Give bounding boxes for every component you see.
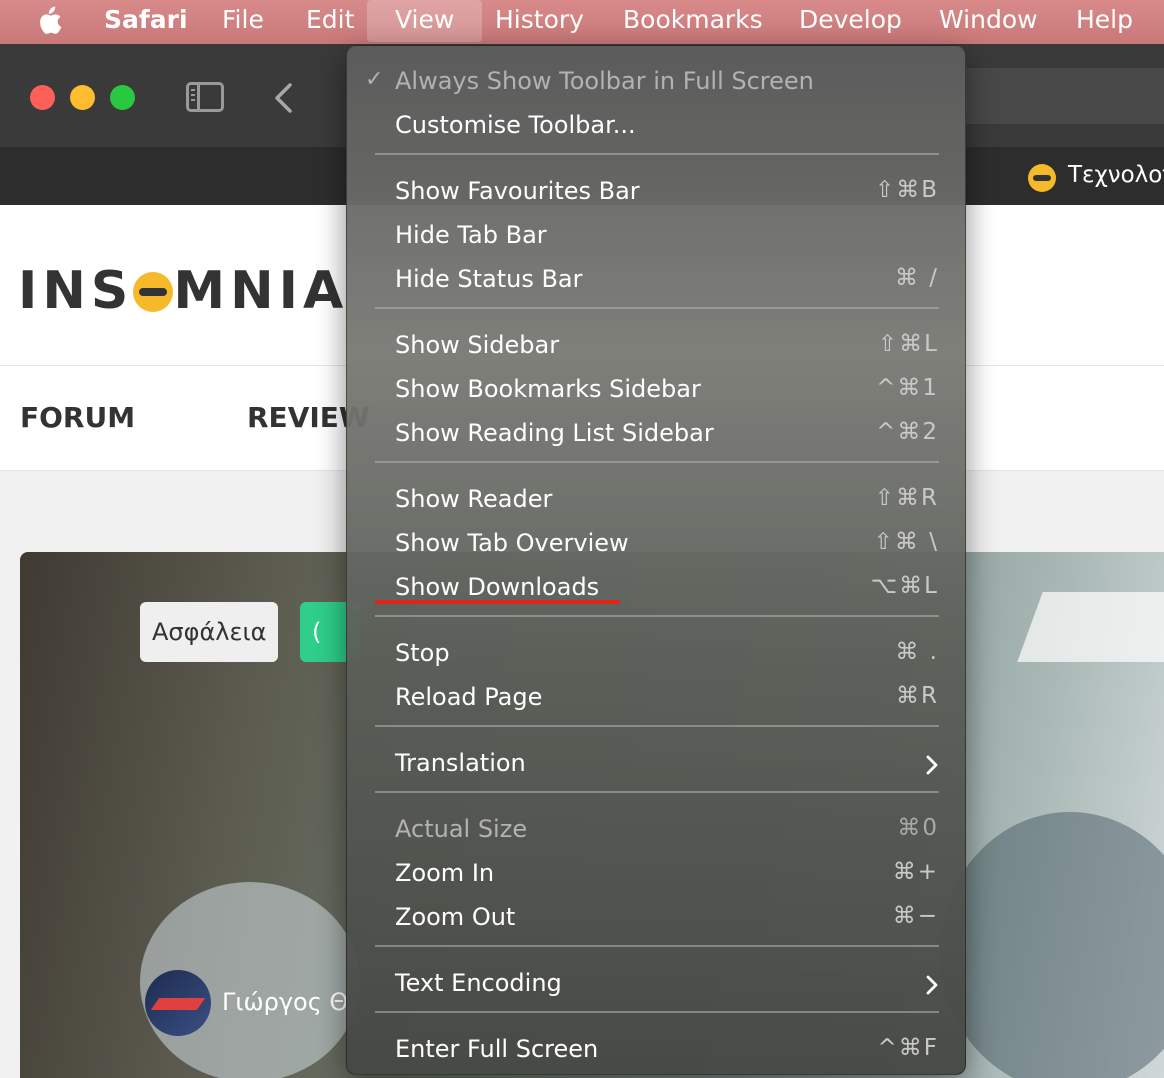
site-logo[interactable]: INS MNIA: [18, 261, 348, 321]
menu-separator: [375, 307, 939, 309]
menu-window[interactable]: Window: [925, 0, 1052, 42]
menu-separator: [375, 153, 939, 155]
menu-item-show-sidebar[interactable]: Show Sidebar ⇧⌘L: [347, 325, 967, 369]
menu-item-label: Actual Size: [395, 815, 528, 843]
category-tag-security[interactable]: Ασφάλεια: [140, 602, 279, 662]
menu-item-label: Show Reader: [395, 485, 553, 513]
menu-separator: [375, 615, 939, 617]
menu-item-label: Hide Status Bar: [395, 265, 583, 293]
view-menu-dropdown: ✓ Always Show Toolbar in Full Screen Cus…: [346, 45, 966, 1075]
menu-item-label: Text Encoding: [395, 969, 562, 997]
nav-forum-link[interactable]: FORUM: [20, 401, 135, 434]
close-window-button[interactable]: [30, 85, 55, 110]
back-chevron-icon[interactable]: [272, 82, 296, 114]
menu-item-label: Translation: [395, 749, 526, 777]
menu-item-label: Show Downloads: [395, 573, 600, 601]
menu-item-label: Show Sidebar: [395, 331, 560, 359]
menu-help[interactable]: Help: [1062, 0, 1147, 42]
menu-item-customise-toolbar[interactable]: Customise Toolbar...: [347, 105, 967, 149]
menu-item-shortcut: ^⌘1: [876, 375, 939, 401]
tab-favicon-icon: [1028, 164, 1056, 192]
menu-item-always-show-toolbar: ✓ Always Show Toolbar in Full Screen: [347, 61, 967, 105]
menu-item-zoom-in[interactable]: Zoom In ⌘+: [347, 853, 967, 897]
menu-item-label: Customise Toolbar...: [395, 111, 636, 139]
menu-item-show-favourites-bar[interactable]: Show Favourites Bar ⇧⌘B: [347, 171, 967, 215]
menu-item-label: Always Show Toolbar in Full Screen: [395, 67, 814, 95]
menu-item-shortcut: ⌘0: [897, 815, 939, 841]
zoom-window-button[interactable]: [110, 85, 135, 110]
menu-item-show-reading-list-sidebar[interactable]: Show Reading List Sidebar ^⌘2: [347, 413, 967, 457]
menu-item-label: Stop: [395, 639, 450, 667]
chevron-right-icon: [926, 975, 938, 995]
menu-item-zoom-out[interactable]: Zoom Out ⌘−: [347, 897, 967, 941]
menu-item-shortcut: ⌘ .: [895, 639, 939, 665]
menu-item-hide-tab-bar[interactable]: Hide Tab Bar: [347, 215, 967, 259]
menu-item-reload-page[interactable]: Reload Page ⌘R: [347, 677, 967, 721]
ceiling-light: [1017, 592, 1164, 662]
menu-item-shortcut: ⌘−: [892, 903, 939, 929]
menu-bookmarks[interactable]: Bookmarks: [609, 0, 777, 42]
menu-view[interactable]: View: [367, 0, 482, 42]
menu-item-shortcut: ⇧⌘ \: [873, 529, 939, 555]
menu-item-shortcut: ⇧⌘B: [874, 177, 939, 203]
menu-item-shortcut: ^⌘F: [877, 1035, 939, 1061]
menu-separator: [375, 1011, 939, 1013]
menu-item-shortcut: ⌥⌘L: [870, 573, 939, 599]
minimize-window-button[interactable]: [70, 85, 95, 110]
menu-item-label: Reload Page: [395, 683, 543, 711]
menu-item-label: Show Tab Overview: [395, 529, 629, 557]
tab-title[interactable]: Τεχνολογ: [1068, 162, 1164, 188]
menu-file[interactable]: File: [208, 0, 278, 42]
menu-item-shortcut: ⇧⌘L: [877, 331, 939, 357]
annotation-underline: [375, 600, 620, 604]
menu-item-shortcut: ⇧⌘R: [874, 485, 939, 511]
menu-item-translation[interactable]: Translation: [347, 743, 967, 787]
menu-history[interactable]: History: [481, 0, 598, 42]
menu-item-text-encoding[interactable]: Text Encoding: [347, 963, 967, 1007]
menu-item-shortcut: ⌘R: [896, 683, 939, 709]
menu-item-show-bookmarks-sidebar[interactable]: Show Bookmarks Sidebar ^⌘1: [347, 369, 967, 413]
menu-item-show-reader[interactable]: Show Reader ⇧⌘R: [347, 479, 967, 523]
menu-item-label: Hide Tab Bar: [395, 221, 547, 249]
chevron-right-icon: [926, 755, 938, 775]
author-avatar[interactable]: [145, 970, 211, 1036]
menu-item-show-tab-overview[interactable]: Show Tab Overview ⇧⌘ \: [347, 523, 967, 567]
menu-item-stop[interactable]: Stop ⌘ .: [347, 633, 967, 677]
menu-item-label: Zoom Out: [395, 903, 516, 931]
sidebar-toggle-icon[interactable]: [186, 82, 224, 112]
menu-separator: [375, 461, 939, 463]
hero-figure: [940, 812, 1164, 1078]
menu-item-label: Show Reading List Sidebar: [395, 419, 714, 447]
menu-develop[interactable]: Develop: [785, 0, 916, 42]
menu-item-label: Show Bookmarks Sidebar: [395, 375, 701, 403]
menu-item-show-downloads[interactable]: Show Downloads ⌥⌘L: [347, 567, 967, 611]
menu-edit[interactable]: Edit: [292, 0, 368, 42]
menu-item-hide-status-bar[interactable]: Hide Status Bar ⌘ /: [347, 259, 967, 303]
menu-item-label: Enter Full Screen: [395, 1035, 599, 1063]
menu-item-actual-size: Actual Size ⌘0: [347, 809, 967, 853]
apple-logo-icon[interactable]: [34, 6, 62, 36]
menu-item-label: Zoom In: [395, 859, 495, 887]
logo-emoji-icon: [133, 272, 174, 312]
checkmark-icon: ✓: [365, 67, 384, 92]
menu-separator: [375, 791, 939, 793]
menu-safari[interactable]: Safari: [90, 0, 202, 42]
author-name[interactable]: Γιώργος Θ: [222, 988, 348, 1016]
menu-item-shortcut: ⌘ /: [894, 265, 939, 291]
menu-separator: [375, 945, 939, 947]
menu-item-label: Show Favourites Bar: [395, 177, 640, 205]
menu-item-shortcut: ^⌘2: [876, 419, 939, 445]
menu-item-enter-full-screen[interactable]: Enter Full Screen ^⌘F: [347, 1029, 967, 1073]
menu-item-shortcut: ⌘+: [892, 859, 939, 885]
menu-bar: Safari File Edit View History Bookmarks …: [0, 0, 1164, 44]
address-bar[interactable]: [965, 68, 1164, 124]
menu-separator: [375, 725, 939, 727]
